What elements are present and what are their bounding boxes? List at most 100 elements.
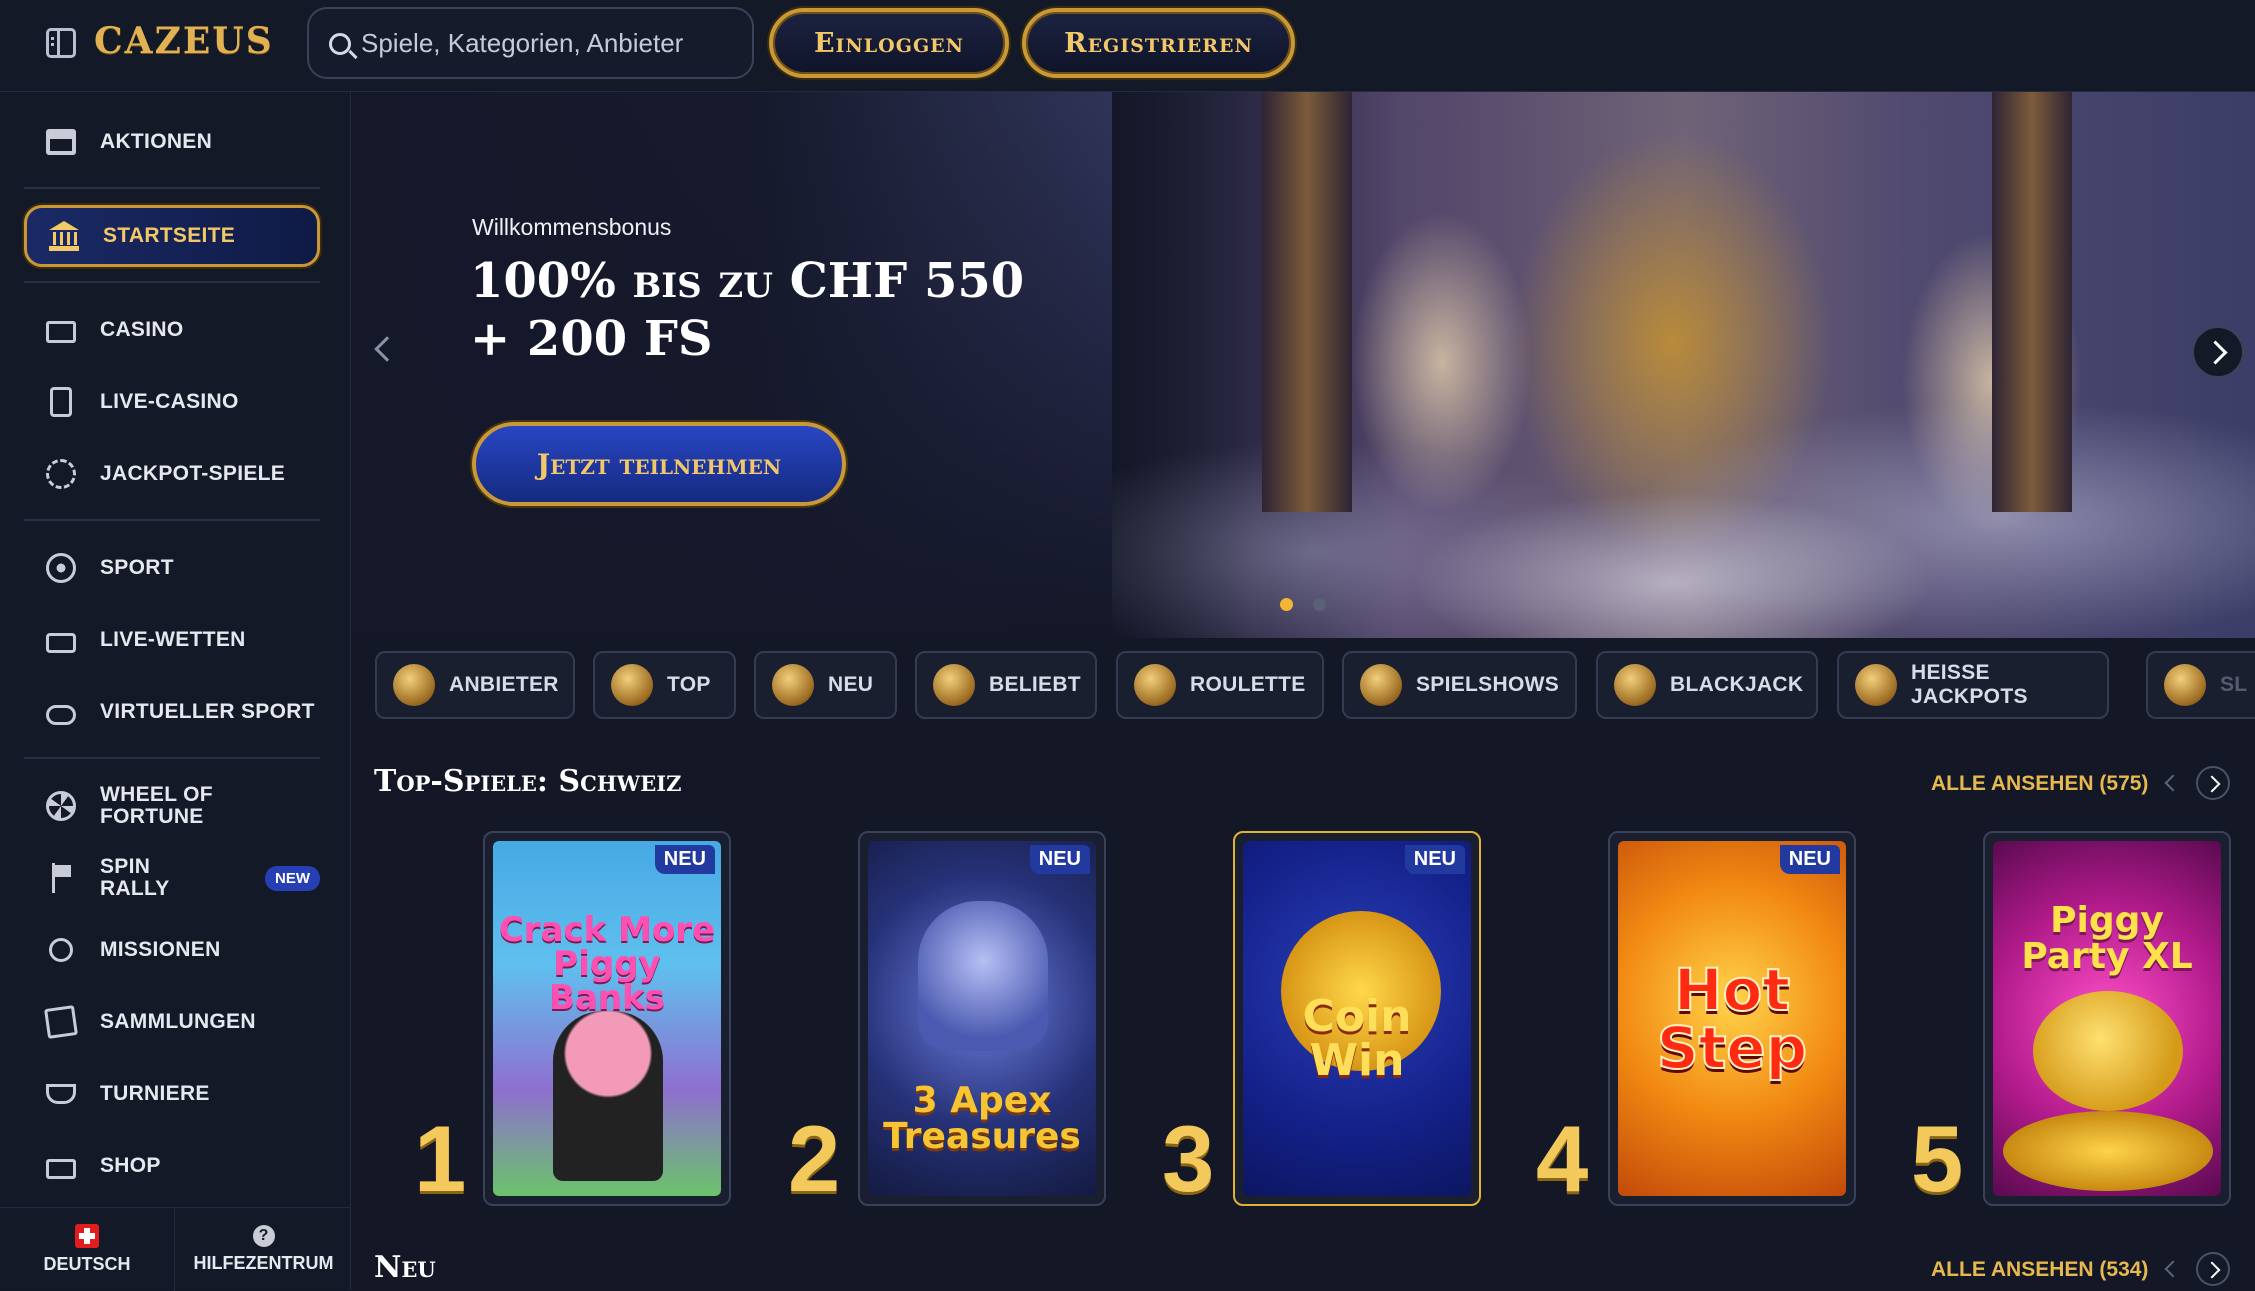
new-badge: NEW	[265, 865, 320, 891]
sidebar-divider	[24, 757, 320, 759]
help-center-link[interactable]: ? HILFEZENTRUM	[176, 1208, 351, 1291]
hero-image	[1112, 92, 2255, 638]
category-label: SL	[2220, 673, 2248, 696]
mission-target-icon	[49, 938, 73, 962]
sidebar-item-label: JACKPOT-SPIELE	[100, 462, 286, 485]
trophy-icon	[46, 1084, 76, 1104]
top-bar: CAZEUS Einloggen Registrieren	[0, 0, 2255, 92]
game-rank: 4	[1536, 1106, 1589, 1211]
sidebar-item-turniere[interactable]: TURNIERE	[24, 1063, 320, 1125]
sidebar-item-label: AKTIONEN	[100, 130, 213, 153]
new-badge: NEU	[1404, 845, 1465, 874]
category-label: HEISSE JACKPOTS	[1911, 661, 2028, 708]
category-neu[interactable]: NEU	[754, 651, 897, 719]
category-roulette[interactable]: ROULETTE	[1116, 651, 1324, 719]
wheel-icon	[46, 791, 76, 821]
new-games-next-icon[interactable]	[2196, 1252, 2230, 1286]
top-games-prev-icon[interactable]	[2156, 768, 2186, 798]
game-rank: 3	[1162, 1106, 1215, 1211]
sidebar-divider	[24, 187, 320, 189]
sidebar-item-label: LIVE-CASINO	[100, 390, 239, 413]
sidebar-item-label: LIVE-WETTEN	[100, 628, 246, 651]
search-box[interactable]	[307, 7, 754, 79]
language-selector[interactable]: DEUTSCH	[0, 1208, 175, 1291]
sidebar-item-wheel-of-fortune[interactable]: WHEEL OF FORTUNE	[24, 775, 320, 837]
sidebar-item-startseite[interactable]: STARTSEITE	[24, 205, 320, 267]
pig-character	[553, 1011, 663, 1181]
pillar-icon	[393, 664, 435, 706]
category-spielshows[interactable]: SPIELSHOWS	[1342, 651, 1577, 719]
sidebar-item-casino[interactable]: CASINO	[24, 299, 320, 361]
category-label: ROULETTE	[1190, 673, 1306, 696]
game-title: Piggy Party XL	[2021, 899, 2193, 977]
sidebar-item-label: CASINO	[100, 318, 184, 341]
game-title: Coin Win	[1302, 990, 1412, 1086]
sidebar-item-label: STARTSEITE	[103, 224, 236, 247]
logo[interactable]: CAZEUS	[94, 20, 274, 62]
sidebar-item-label: MISSIONEN	[100, 938, 221, 961]
sidebar-item-virtueller-sport[interactable]: VIRTUELLER SPORT	[24, 681, 320, 743]
see-all-new-games[interactable]: ALLE ANSEHEN (534)	[1931, 1258, 2148, 1282]
help-icon: ?	[252, 1225, 275, 1247]
pillar-decor	[1992, 92, 2072, 512]
sidebar-item-sammlungen[interactable]: SAMMLUNGEN	[24, 991, 320, 1053]
new-badge: NEU	[654, 845, 715, 874]
flag-icon	[46, 863, 76, 893]
game-rank: 5	[1911, 1106, 1964, 1211]
sidebar-toggle-icon[interactable]	[46, 28, 76, 58]
gamepad-icon	[46, 704, 76, 725]
search-input[interactable]	[361, 23, 741, 63]
sidebar-item-live-casino[interactable]: LIVE-CASINO	[24, 371, 320, 433]
login-button[interactable]: Einloggen	[769, 8, 1009, 78]
game-card-hot-step[interactable]: NEU Hot Step	[1608, 831, 1856, 1206]
sidebar-item-missionen[interactable]: MISSIONEN	[24, 919, 320, 981]
sidebar-item-sport[interactable]: SPORT	[24, 537, 320, 599]
game-thumbnail: NEU 3 Apex Treasures	[868, 841, 1096, 1196]
game-thumbnail: NEU Crack More Piggy Banks	[493, 841, 721, 1196]
sidebar-item-spin-rally[interactable]: SPIN RALLY NEW	[24, 847, 320, 909]
soccer-ball-icon	[46, 553, 76, 583]
sidebar-item-label: TURNIERE	[100, 1082, 210, 1105]
sidebar-item-label: SPORT	[100, 556, 174, 579]
category-label: ANBIETER	[449, 673, 559, 696]
game-card-piggy-party-xl[interactable]: Piggy Party XL	[1983, 831, 2231, 1206]
new-games-prev-icon[interactable]	[2156, 1254, 2186, 1284]
cards-collection-icon	[44, 1005, 78, 1039]
category-label: BELIEBT	[989, 673, 1081, 696]
search-icon	[329, 33, 351, 55]
sidebar-item-jackpot-spiele[interactable]: JACKPOT-SPIELE	[24, 443, 320, 505]
sidebar-item-aktionen[interactable]: AKTIONEN	[24, 111, 320, 173]
sidebar-item-live-wetten[interactable]: LIVE-WETTEN	[24, 609, 320, 671]
category-label: NEU	[828, 673, 874, 696]
category-blackjack[interactable]: BLACKJACK	[1596, 651, 1818, 719]
category-slots[interactable]: SL	[2146, 651, 2255, 719]
game-card-crack-more-piggy-banks[interactable]: NEU Crack More Piggy Banks	[483, 831, 731, 1206]
game-card-coin-win[interactable]: NEU Coin Win	[1233, 831, 1481, 1206]
see-all-top-games[interactable]: ALLE ANSEHEN (575)	[1931, 772, 2148, 796]
section-title-new: Neu	[374, 1250, 436, 1285]
join-now-button[interactable]: Jetzt teilnehmen	[472, 422, 846, 506]
category-anbieter[interactable]: ANBIETER	[375, 651, 575, 719]
top-games-next-icon[interactable]	[2196, 766, 2230, 800]
bank-icon	[49, 221, 79, 251]
carousel-dot-active[interactable]	[1280, 598, 1293, 611]
sidebar-item-label: SPIN RALLY	[100, 855, 170, 900]
new-badge: NEU	[1029, 845, 1090, 874]
blackjack-icon	[1614, 664, 1656, 706]
carousel-dot[interactable]	[1313, 598, 1326, 611]
sidebar-footer: DEUTSCH ? HILFEZENTRUM	[0, 1207, 351, 1291]
game-rank: 1	[414, 1106, 467, 1211]
category-top[interactable]: TOP	[593, 651, 736, 719]
game-card-3-apex-treasures[interactable]: NEU 3 Apex Treasures	[858, 831, 1106, 1206]
carousel-next-icon[interactable]	[2192, 326, 2244, 378]
pillar-decor	[1262, 92, 1352, 512]
help-label: HILFEZENTRUM	[193, 1253, 334, 1273]
roulette-icon	[1134, 664, 1176, 706]
register-button[interactable]: Registrieren	[1022, 8, 1295, 78]
category-beliebt[interactable]: BELIEBT	[915, 651, 1097, 719]
new-badge: NEU	[1779, 845, 1840, 874]
crown-icon	[933, 664, 975, 706]
category-heisse-jackpots[interactable]: HEISSE JACKPOTS	[1837, 651, 2109, 719]
gift-icon	[46, 129, 76, 155]
sidebar-item-shop[interactable]: SHOP	[24, 1135, 320, 1197]
